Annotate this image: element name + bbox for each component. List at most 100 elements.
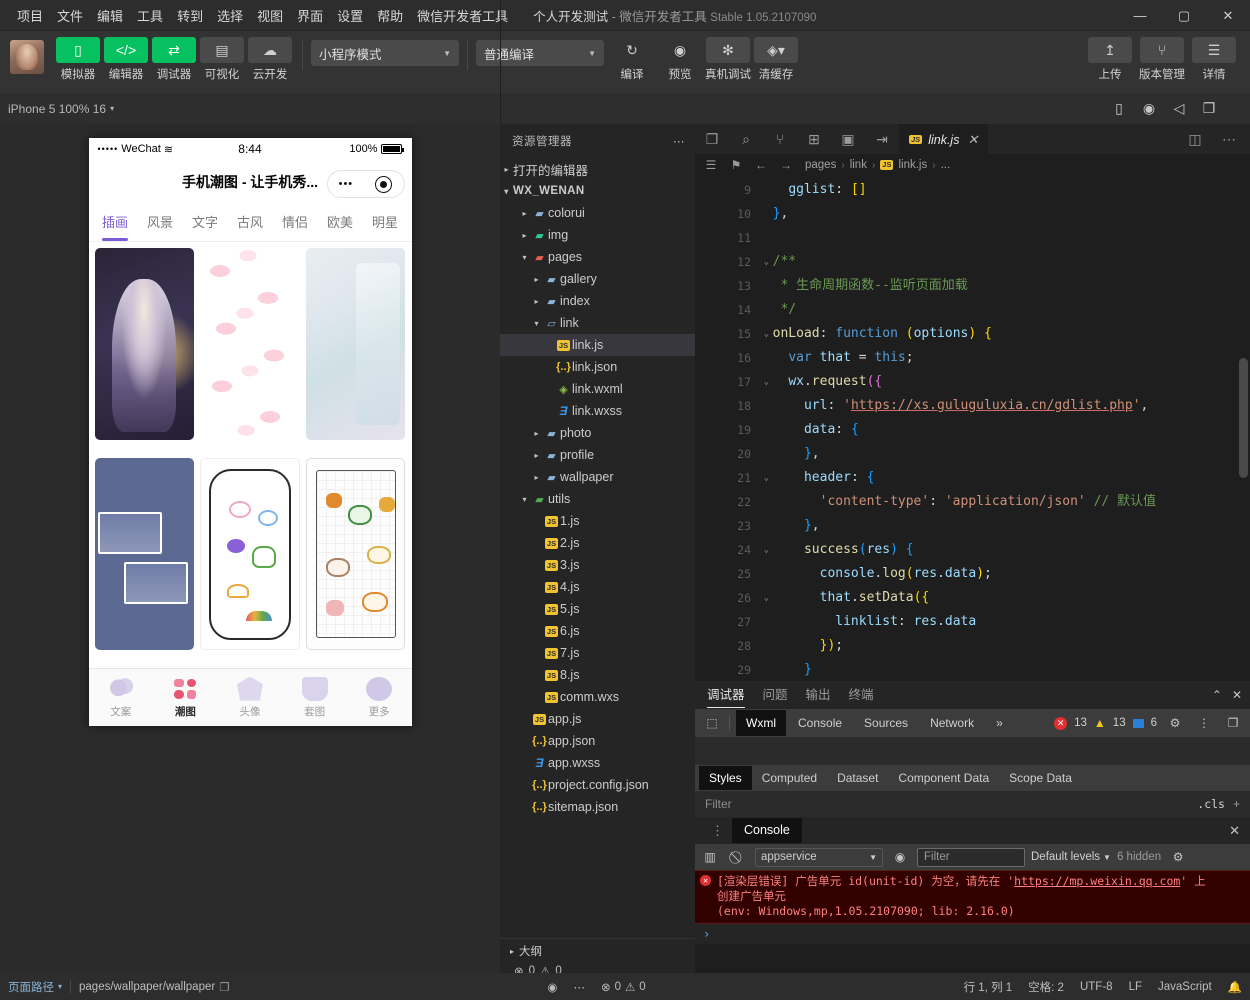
tree-item-photo[interactable]: ▸ ▰ photo [500,422,695,444]
menu-project[interactable]: 项目 [10,2,50,29]
code-line[interactable]: console.log(res.data); [757,562,1250,586]
phone-tab-more[interactable]: 更多 [347,676,412,719]
wallpaper-thumb-1[interactable] [200,248,300,440]
code-line[interactable]: } [757,658,1250,681]
menu-edit[interactable]: 编辑 [90,2,130,29]
volume-icon[interactable]: ◁ [1164,100,1194,117]
debugger-tab-3[interactable]: 终端 [849,682,874,708]
capsule-menu-icon[interactable]: ••• [339,178,354,190]
status-more-button[interactable]: ⋯ [565,973,593,1000]
tree-item-utils[interactable]: ▾ ▰ utils [500,488,695,510]
editor-tab-link-js[interactable]: JS link.js ✕ [899,124,989,154]
current-page-path[interactable]: pages/wallpaper/wallpaper ❐ [71,973,237,1000]
menu-view[interactable]: 视图 [250,2,290,29]
close-panel-icon[interactable]: ✕ [1232,688,1242,702]
code-line[interactable]: }, [757,514,1250,538]
extensions-icon[interactable]: ⊞ [797,124,831,154]
page-path-selector[interactable]: 页面路径 ▾ [0,973,70,1000]
tree-item-sitemap-json[interactable]: {..} sitemap.json [500,796,695,818]
console-filter-input[interactable]: Filter [917,847,1025,867]
devtools-tab-network[interactable]: Network [920,710,984,736]
wallpaper-thumb-0[interactable] [94,248,195,440]
twisty-icon[interactable]: ▸ [530,275,543,284]
tree-item-colorui[interactable]: ▸ ▰ colorui [500,202,695,224]
wallpaper-thumb-5[interactable] [305,458,406,650]
toolbar-button-simulator[interactable]: ▯ 模拟器 [54,37,102,82]
phone-icon[interactable]: ▯ [1104,100,1134,117]
tree-item-3-js[interactable]: JS 3.js [500,554,695,576]
tree-item-index[interactable]: ▸ ▰ index [500,290,695,312]
copy-window-icon[interactable]: ❐ [1194,100,1224,117]
code-line[interactable]: onLoad: function (options) { [757,322,1250,346]
cls-button[interactable]: .cls [1197,797,1225,811]
category-tab-2[interactable]: 文字 [183,205,228,241]
wallpaper-thumb-3[interactable] [94,458,195,650]
tree-item-link[interactable]: ▾ ▱ link [500,312,695,334]
menu-file[interactable]: 文件 [50,2,90,29]
phone-tab-chaotu[interactable]: 潮图 [153,677,218,719]
status-indentation[interactable]: 空格: 2 [1020,973,1072,1000]
tree-item-profile[interactable]: ▸ ▰ profile [500,444,695,466]
status-eye-button[interactable]: ◉ [539,973,565,1000]
debugger-tab-0[interactable]: 调试器 [707,682,745,708]
tree-item-app-wxss[interactable]: Ǝapp.wxss [500,752,695,774]
details-button[interactable]: ☰ 详情 [1190,37,1238,82]
split-editor-icon[interactable]: ◫ [1178,124,1212,154]
code-line[interactable]: */ [757,298,1250,322]
category-tab-5[interactable]: 欧美 [318,205,363,241]
devtools-tab-wxml[interactable]: Wxml [736,710,786,736]
copy-icon[interactable]: ❐ [219,980,229,994]
record-icon[interactable]: ◉ [1134,100,1164,117]
live-expression-icon[interactable]: ◉ [889,850,911,864]
devtools-tab-console[interactable]: Console [788,710,852,736]
styles-filter-input[interactable]: Filter [705,797,732,811]
styles-tab-component-data[interactable]: Component Data [888,766,999,790]
kebab-menu-icon[interactable]: ⋮ [703,823,732,839]
code-editor[interactable]: 9 10 11 12 ⌄ 13 14 15 ⌄ 16 17 ⌄ 18 19 20 21 ⌄ 22 23 24 ⌄ 25 26… [695,176,1250,681]
styles-tab-styles[interactable]: Styles [699,766,752,790]
console-drawer-tab[interactable]: Console [732,818,802,843]
more-actions-icon[interactable]: ⋯ [1212,124,1246,154]
bookmark-icon[interactable]: ⚑ [726,158,746,172]
tree-item-link-js[interactable]: JS link.js [500,334,695,356]
tree-item-4-js[interactable]: JS 4.js [500,576,695,598]
category-tab-3[interactable]: 古风 [228,205,273,241]
dock-icon[interactable]: ❐ [1222,716,1244,730]
menu-settings[interactable]: 设置 [330,2,370,29]
debug-icon[interactable]: ▣ [831,124,865,154]
menu-goto[interactable]: 转到 [170,2,210,29]
tree-item-2-js[interactable]: JS 2.js [500,532,695,554]
console-sidebar-icon[interactable]: ▥ [699,850,721,864]
editor-scrollbar[interactable] [1236,176,1250,681]
code-line[interactable]: linklist: res.data [757,610,1250,634]
twisty-icon[interactable]: ▾ [518,495,531,504]
code-line[interactable]: url: 'https://xs.guluguluxia.cn/gdlist.p… [757,394,1250,418]
minimize-button[interactable]: — [1118,0,1162,31]
more-actions-icon[interactable]: ⋯ [673,134,685,148]
menu-select[interactable]: 选择 [210,2,250,29]
forward-arrow-icon[interactable]: → [776,158,796,172]
code-line[interactable]: /** [757,250,1250,274]
code-line[interactable]: wx.request({ [757,370,1250,394]
twisty-icon[interactable]: ▸ [530,473,543,482]
code-line[interactable] [757,226,1250,250]
breadcrumb-symbol[interactable]: ... [941,159,951,171]
tree-root[interactable]: ▾ WX_WENAN [500,180,695,202]
twisty-icon[interactable]: ▸ [518,209,531,218]
menu-tools[interactable]: 工具 [130,2,170,29]
source-control-icon[interactable]: ⑂ [763,124,797,154]
phone-tab-taotu[interactable]: 套图 [282,676,347,719]
tree-item-5-js[interactable]: JS 5.js [500,598,695,620]
tree-item-gallery[interactable]: ▸ ▰ gallery [500,268,695,290]
tree-item-wallpaper[interactable]: ▸ ▰ wallpaper [500,466,695,488]
code-line[interactable]: var that = this; [757,346,1250,370]
category-tab-4[interactable]: 情侣 [273,205,318,241]
twisty-icon[interactable]: ▾ [518,253,531,262]
devtools-tab-sources[interactable]: Sources [854,710,918,736]
tree-item-link-wxss[interactable]: Ǝlink.wxss [500,400,695,422]
code-line[interactable]: }, [757,442,1250,466]
code-line[interactable]: * 生命周期函数--监听页面加载 [757,274,1250,298]
wxml-tree-area[interactable] [695,737,1250,765]
console-input-prompt[interactable]: › [695,924,1250,944]
tree-item-link-json[interactable]: {..} link.json [500,356,695,378]
